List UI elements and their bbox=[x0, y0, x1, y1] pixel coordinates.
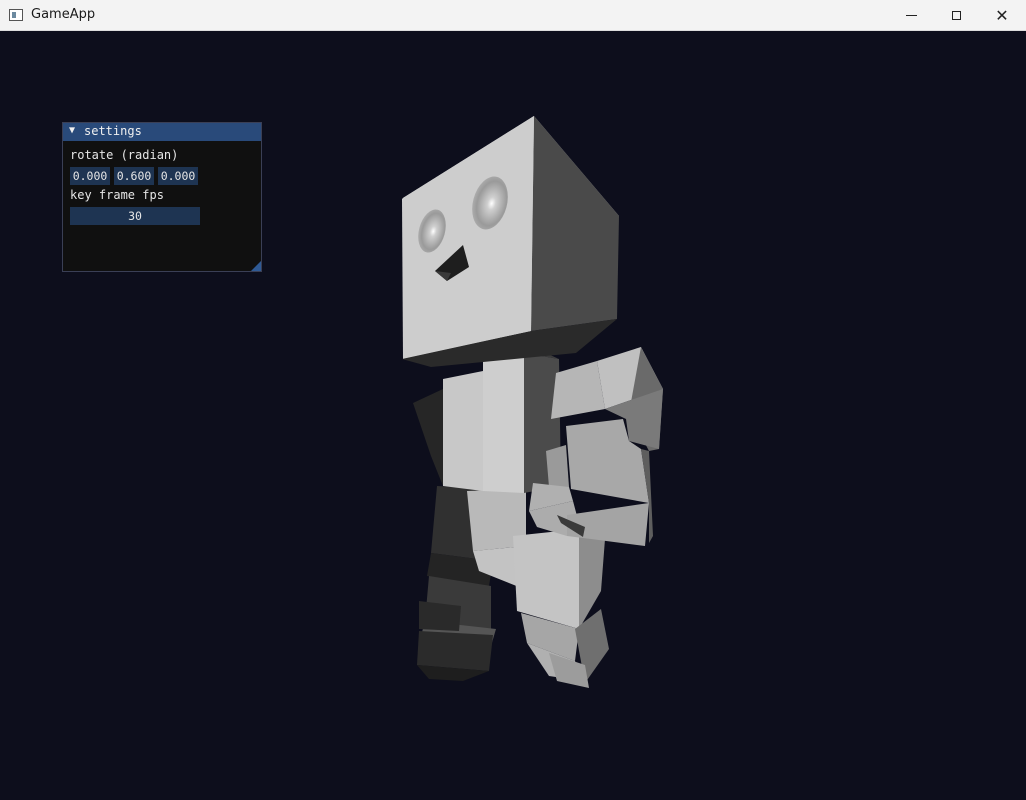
fps-slider[interactable]: 30 bbox=[70, 207, 200, 225]
close-button[interactable]: ✕ bbox=[979, 0, 1025, 31]
app-window-icon bbox=[9, 9, 23, 21]
maximize-button[interactable] bbox=[933, 0, 979, 31]
robot-head bbox=[402, 116, 619, 367]
title-bar[interactable]: GameApp ✕ bbox=[0, 0, 1026, 31]
minimize-button[interactable] bbox=[888, 0, 934, 31]
settings-panel-header[interactable]: ▼ settings bbox=[63, 123, 261, 141]
rotate-y-field[interactable]: 0.600 bbox=[114, 167, 154, 185]
window-title: GameApp bbox=[31, 7, 96, 22]
game-window: GameApp ✕ ▼ settings rotate (radian) 0.0… bbox=[0, 0, 1026, 800]
minimize-icon bbox=[905, 15, 917, 16]
settings-panel-title: settings bbox=[84, 124, 142, 138]
maximize-icon bbox=[951, 11, 961, 20]
render-viewport[interactable]: ▼ settings rotate (radian) 0.000 0.600 0… bbox=[1, 31, 1025, 799]
close-icon: ✕ bbox=[995, 5, 1009, 25]
rotate-x-field[interactable]: 0.000 bbox=[70, 167, 110, 185]
rotate-z-field[interactable]: 0.000 bbox=[158, 167, 198, 185]
rotate-label: rotate (radian) bbox=[70, 148, 179, 162]
fps-label: key frame fps bbox=[70, 188, 164, 202]
settings-panel: ▼ settings rotate (radian) 0.000 0.600 0… bbox=[62, 122, 262, 272]
collapse-arrow-icon[interactable]: ▼ bbox=[69, 125, 75, 136]
resize-grip-icon[interactable] bbox=[251, 261, 261, 271]
